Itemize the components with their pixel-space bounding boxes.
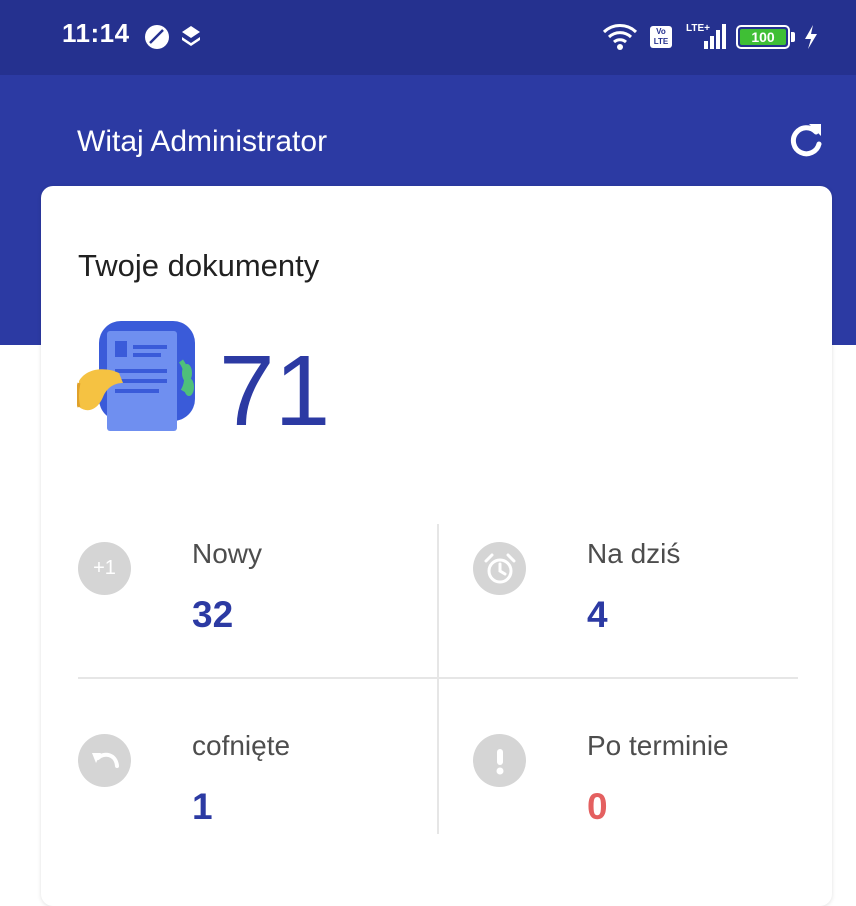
battery-icon: 100 [736,25,790,49]
stat-new-label: Nowy [192,538,263,569]
stat-new-value: 32 [192,594,234,635]
status-time: 11:14 [62,18,130,48]
battery-level: 100 [740,29,786,45]
stat-overdue[interactable]: Po terminie 0 [473,718,813,848]
alarm-clock-icon [473,542,526,595]
stat-today-label: Na dziś [587,538,681,569]
documents-card[interactable]: Twoje dokumenty 71 +1 Nowy 32 Na dziś 4 … [41,186,832,906]
app-circle-icon [145,25,169,49]
card-title: Twoje dokumenty [78,248,320,283]
plus-one-icon: +1 [78,542,131,595]
layers-icon [182,26,200,46]
volte-icon: Vo LTE [650,26,672,48]
stat-returned-value: 1 [192,786,213,827]
stat-returned-label: cofnięte [192,730,291,761]
wifi-icon [602,24,638,50]
refresh-icon[interactable] [786,120,826,160]
stats-divider-horizontal [78,677,798,679]
svg-text:LTE+: LTE+ [686,23,710,34]
status-bar: 11:14 Vo LTE LTE+ 100 [0,0,856,75]
stat-new[interactable]: +1 Nowy 32 [78,526,418,656]
exclamation-icon [473,734,526,787]
signal-icon: LTE+ [686,23,726,49]
stats-divider-vertical [437,524,439,834]
stat-today[interactable]: Na dziś 4 [473,526,813,656]
undo-icon [78,734,131,787]
charging-icon [805,25,817,49]
document-hand-illustration [77,321,195,431]
stat-returned[interactable]: cofnięte 1 [78,718,418,848]
stat-today-value: 4 [587,594,608,635]
stat-overdue-label: Po terminie [587,730,729,761]
battery-tip [791,32,795,42]
greeting-title: Witaj Administrator [77,125,328,158]
total-documents-count: 71 [219,335,331,447]
stat-overdue-value: 0 [587,786,608,827]
